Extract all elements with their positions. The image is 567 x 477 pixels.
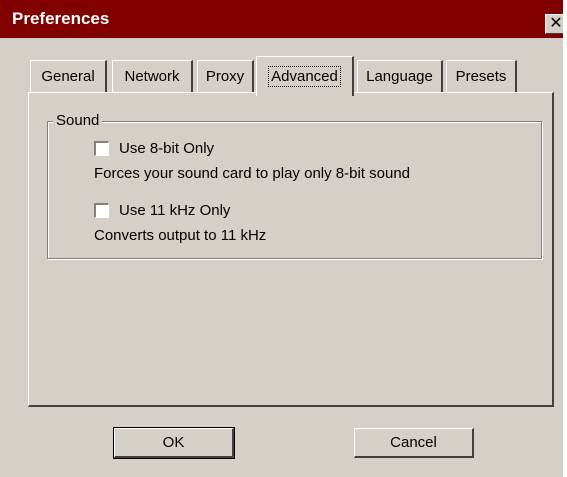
tab-proxy-label: Proxy [205, 68, 245, 85]
use-8bit-option[interactable]: Use 8-bit Only [94, 140, 214, 157]
preferences-dialog: Preferences ✕ General Network Proxy Adva… [0, 0, 567, 477]
use-8bit-checkbox[interactable] [94, 141, 109, 156]
close-icon: ✕ [549, 15, 563, 32]
window-edge [563, 0, 567, 477]
tab-advanced[interactable]: Advanced [256, 56, 354, 96]
tab-network[interactable]: Network [112, 60, 193, 92]
ok-button[interactable]: OK [113, 427, 235, 459]
tab-general-label: General [41, 68, 95, 85]
tab-presets[interactable]: Presets [446, 60, 517, 92]
tab-network-label: Network [124, 68, 180, 85]
tab-advanced-label: Advanced [268, 66, 341, 87]
use-11khz-description: Converts output to 11 kHz [94, 227, 267, 244]
window-title: Preferences [12, 9, 110, 28]
tab-general[interactable]: General [30, 60, 107, 92]
use-8bit-label[interactable]: Use 8-bit Only [119, 140, 214, 157]
cancel-button-label: Cancel [390, 434, 437, 451]
tab-language-label: Language [366, 68, 433, 85]
sound-group-label: Sound [53, 112, 103, 130]
tab-proxy[interactable]: Proxy [197, 60, 254, 92]
use-11khz-option[interactable]: Use 11 kHz Only [94, 202, 230, 219]
sound-groupbox: Sound Use 8-bit Only Forces your sound c… [47, 112, 542, 259]
tab-presets-label: Presets [455, 68, 507, 85]
use-11khz-checkbox[interactable] [94, 203, 109, 218]
advanced-tab-panel: Sound Use 8-bit Only Forces your sound c… [28, 92, 554, 407]
tab-language[interactable]: Language [357, 60, 443, 92]
ok-button-label: OK [162, 434, 185, 451]
title-bar[interactable]: Preferences ✕ [0, 0, 567, 38]
cancel-button[interactable]: Cancel [354, 428, 474, 458]
use-8bit-description: Forces your sound card to play only 8-bi… [94, 165, 411, 182]
use-11khz-label[interactable]: Use 11 kHz Only [119, 202, 230, 219]
